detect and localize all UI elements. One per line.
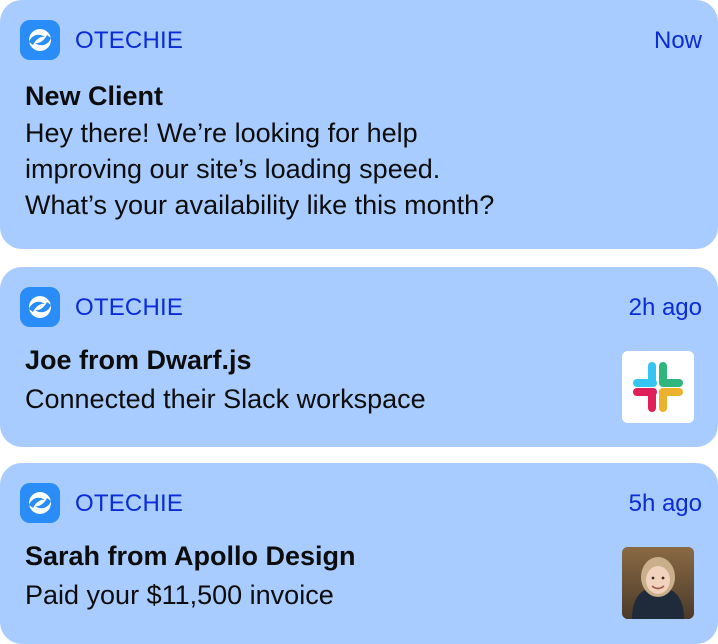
notification-time: 5h ago: [628, 490, 702, 517]
notification-title: Sarah from Apollo Design: [25, 541, 356, 571]
notification-card-new-client[interactable]: OTECHIE Now New Client Hey there! We’re …: [0, 0, 718, 249]
app-name: OTECHIE: [75, 294, 184, 321]
notification-time: 2h ago: [628, 294, 702, 321]
otechie-logo-icon: [20, 483, 60, 523]
notification-body-line: Connected their Slack workspace: [25, 384, 426, 414]
notification-time: Now: [653, 27, 702, 54]
notification-title: Joe from Dwarf.js: [25, 345, 252, 375]
sarah-avatar: [622, 547, 694, 619]
otechie-logo-icon: [20, 287, 60, 327]
app-name: OTECHIE: [75, 27, 184, 54]
app-name: OTECHIE: [75, 490, 184, 517]
notification-body-line: What’s your availability like this month…: [25, 190, 495, 220]
slack-logo-icon: [622, 351, 694, 423]
notification-body: Paid your $11,500 invoice: [25, 577, 334, 613]
notification-card-invoice-paid[interactable]: OTECHIE 5h ago Sarah from Apollo Design …: [0, 463, 718, 644]
otechie-logo-icon: [20, 20, 60, 60]
notification-body-line: Hey there! We’re looking for help: [25, 118, 418, 148]
notification-title: New Client: [25, 81, 164, 111]
notification-body-line: Paid your $11,500 invoice: [25, 580, 334, 610]
notification-body: Connected their Slack workspace: [25, 381, 426, 417]
notification-body: Hey there! We’re looking for help improv…: [25, 115, 625, 223]
notification-card-slack-connected[interactable]: OTECHIE 2h ago Joe from Dwarf.js Connect…: [0, 267, 718, 447]
notification-body-line: improving our site’s loading speed.: [25, 154, 441, 184]
